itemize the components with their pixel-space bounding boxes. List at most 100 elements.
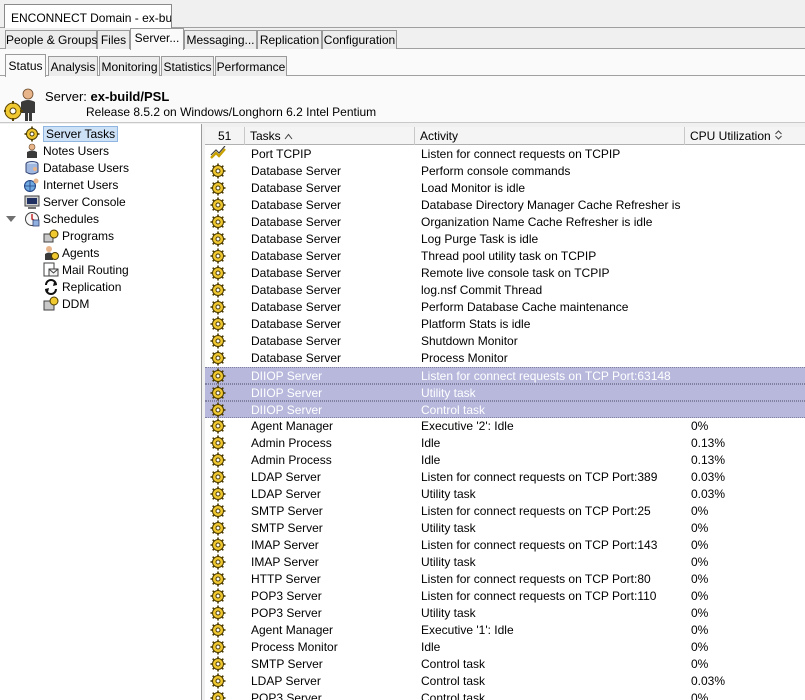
nav-schedules[interactable]: Schedules: [24, 211, 99, 227]
table-row[interactable]: Database Server Perform console commands: [205, 163, 805, 180]
task-name: Database Server: [251, 266, 342, 280]
task-cpu: 0%: [691, 572, 709, 586]
nav-database-users[interactable]: Database Users: [24, 160, 129, 176]
task-cpu: [691, 402, 801, 419]
task-name: Database Server: [251, 198, 342, 212]
table-row[interactable]: DIIOP Server Utility task: [205, 384, 805, 401]
table-row[interactable]: DIIOP Server Control task: [205, 401, 805, 418]
nav-programs[interactable]: Programs: [43, 228, 114, 244]
table-row[interactable]: POP3 Server Listen for connect requests o…: [205, 588, 805, 605]
task-cpu: [691, 385, 801, 402]
table-row[interactable]: IMAP Server Utility task 0%: [205, 554, 805, 571]
nav-internet-users[interactable]: Internet Users: [24, 177, 118, 193]
table-row[interactable]: Database Server Log Purge Task is idle: [205, 231, 805, 248]
tab-files[interactable]: Files: [97, 30, 130, 49]
tab-messaging[interactable]: Messaging...: [184, 30, 257, 49]
task-activity: Remote live console task on TCPIP: [421, 266, 610, 280]
tab-people-groups[interactable]: People & Groups: [5, 30, 97, 49]
task-name: LDAP Server: [251, 487, 321, 501]
task-navigator: Server Tasks Notes Users Database Users …: [0, 124, 202, 700]
table-row[interactable]: LDAP Server Utility task 0.03%: [205, 486, 805, 503]
table-row[interactable]: Admin Process Idle 0.13%: [205, 452, 805, 469]
task-activity: Executive '2': Idle: [421, 419, 514, 433]
table-row[interactable]: LDAP Server Listen for connect requests o…: [205, 469, 805, 486]
mail-routing-icon: [43, 262, 59, 277]
tab-replication[interactable]: Replication: [257, 30, 322, 49]
nav-server-console[interactable]: Server Console: [24, 194, 126, 210]
tab-server[interactable]: Server...: [130, 28, 184, 50]
task-cpu: 0%: [691, 640, 709, 654]
task-name: DIIOP Server: [251, 369, 323, 383]
table-row[interactable]: HTTP Server Listen for connect requests o…: [205, 571, 805, 588]
table-row[interactable]: Agent Manager Executive '1': Idle 0%: [205, 622, 805, 639]
task-cpu: [691, 248, 801, 265]
column-header-cpu[interactable]: CPU Utilization: [685, 127, 805, 145]
column-header-activity[interactable]: Activity: [415, 127, 685, 145]
table-row[interactable]: Database Server log.nsf Commit Thread: [205, 282, 805, 299]
table-row[interactable]: Database Server Thread pool utility task …: [205, 248, 805, 265]
table-row[interactable]: POP3 Server Utility task 0%: [205, 605, 805, 622]
table-row[interactable]: LDAP Server Control task 0.03%: [205, 673, 805, 690]
task-cpu: 0%: [691, 623, 709, 637]
table-row[interactable]: SMTP Server Control task 0%: [205, 656, 805, 673]
table-row[interactable]: POP3 Server Control task 0%: [205, 690, 805, 700]
table-row[interactable]: Database Server Load Monitor is idle: [205, 180, 805, 197]
nav-ddm[interactable]: DDM: [43, 296, 89, 312]
task-name: Database Server: [251, 351, 342, 365]
task-cpu: 0.03%: [691, 674, 726, 688]
table-row[interactable]: Database Server Perform Database Cache ma…: [205, 299, 805, 316]
task-activity: Control task: [421, 691, 486, 700]
task-cpu: 0%: [691, 606, 709, 620]
task-name: Database Server: [251, 283, 342, 297]
database-users-icon: [25, 161, 39, 175]
table-row[interactable]: Database Server Platform Stats is idle: [205, 316, 805, 333]
tab-analysis[interactable]: Analysis: [48, 56, 98, 76]
task-cpu: [691, 282, 801, 299]
gear-icon: [210, 368, 230, 385]
task-name: Database Server: [251, 232, 342, 246]
table-row[interactable]: Process Monitor Idle 0%: [205, 639, 805, 656]
nav-server-tasks[interactable]: Server Tasks: [24, 126, 119, 142]
table-row[interactable]: Database Server Process Monitor: [205, 350, 805, 367]
gear-icon: [24, 126, 40, 142]
table-row[interactable]: Database Server Organization Name Cache R…: [205, 214, 805, 231]
task-cpu: [691, 316, 801, 333]
nav-replication[interactable]: Replication: [43, 279, 121, 295]
task-cpu: [691, 368, 801, 385]
tab-performance[interactable]: Performance: [215, 56, 287, 76]
gear-icon: [210, 163, 230, 180]
task-cpu: [691, 163, 801, 180]
document-tab[interactable]: ENCONNECT Domain - ex-buil...: [4, 4, 172, 29]
task-name: SMTP Server: [251, 521, 323, 535]
nav-agents[interactable]: Agents: [43, 245, 99, 261]
task-activity: Executive '1': Idle: [421, 623, 514, 637]
nav-notes-users[interactable]: Notes Users: [24, 143, 109, 159]
gear-icon: [210, 520, 230, 537]
table-row[interactable]: Admin Process Idle 0.13%: [205, 435, 805, 452]
nav-label: DDM: [62, 297, 90, 311]
table-row[interactable]: Database Server Remote live console task …: [205, 265, 805, 282]
tab-status[interactable]: Status: [5, 54, 46, 77]
tab-configuration[interactable]: Configuration: [322, 30, 397, 49]
column-header-tasks[interactable]: Tasks: [245, 127, 415, 145]
user-icon: [27, 143, 37, 158]
tab-statistics[interactable]: Statistics: [161, 56, 214, 76]
task-activity: Organization Name Cache Refresher is idl…: [421, 215, 653, 229]
nav-mail-routing[interactable]: Mail Routing: [43, 262, 129, 278]
gear-icon: [210, 622, 230, 639]
expand-collapse-icon[interactable]: [6, 216, 16, 222]
table-row[interactable]: Database Server Database Directory Manage…: [205, 197, 805, 214]
table-row[interactable]: SMTP Server Listen for connect requests o…: [205, 503, 805, 520]
table-row[interactable]: SMTP Server Utility task 0%: [205, 520, 805, 537]
table-row[interactable]: DIIOP Server Listen for connect requests …: [205, 367, 805, 384]
server-user-icon: [4, 88, 35, 121]
nav-label: Schedules: [43, 212, 100, 226]
table-row[interactable]: IMAP Server Listen for connect requests o…: [205, 537, 805, 554]
gear-icon: [210, 690, 230, 700]
task-name: SMTP Server: [251, 504, 323, 518]
tab-monitoring[interactable]: Monitoring: [99, 56, 160, 76]
table-row[interactable]: Database Server Shutdown Monitor: [205, 333, 805, 350]
table-row[interactable]: Port TCPIP Listen for connect requests on…: [205, 146, 805, 163]
gear-icon: [210, 299, 230, 316]
table-row[interactable]: Agent Manager Executive '2': Idle 0%: [205, 418, 805, 435]
